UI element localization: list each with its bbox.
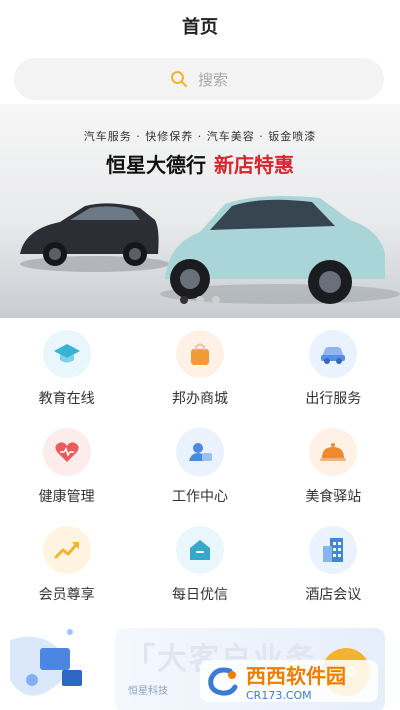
home-page: 首页 搜索 汽车服务 · 快修保养 · 汽车美容 · 钣金喷漆 恒星大德行 新店特…: [0, 0, 400, 710]
tile-health[interactable]: 健康管理: [0, 428, 133, 506]
banner-cars-image: [20, 196, 400, 304]
tile-membership[interactable]: 会员尊享: [0, 526, 133, 604]
promo-subtitle: 恒星科技: [128, 686, 168, 697]
tile-label: 邦办商城: [171, 391, 228, 407]
pagination-dot[interactable]: [196, 296, 204, 304]
promo-banner[interactable]: 汽车服务 · 快修保养 · 汽车美容 · 钣金喷漆 恒星大德行 新店特惠: [0, 104, 400, 318]
pagination-dot[interactable]: [212, 296, 220, 304]
tile-label: 酒店会议: [305, 587, 362, 603]
promo-illustration: [10, 629, 82, 696]
trend-up-icon: [42, 526, 91, 574]
tile-mall[interactable]: 邦办商城: [133, 330, 266, 408]
tile-label: 会员尊享: [38, 587, 95, 603]
banner-pagination: [0, 296, 400, 304]
tile-label: 教育在线: [38, 391, 95, 407]
home-icon: [175, 526, 224, 574]
page-title: 首页: [182, 17, 218, 38]
tile-work-center[interactable]: 工作中心: [133, 428, 266, 506]
food-cloche-icon: [309, 428, 358, 476]
search-bar[interactable]: 搜索: [14, 58, 384, 100]
top-bar: 首页: [0, 0, 400, 52]
tile-label: 健康管理: [38, 489, 95, 505]
watermark-logo-icon: [208, 667, 238, 696]
building-icon: [309, 526, 358, 574]
graduation-cap-icon: [42, 330, 91, 378]
tile-label: 每日优信: [171, 587, 228, 603]
tile-label: 出行服务: [305, 391, 362, 407]
watermark-brand: 西西软件园: [246, 664, 346, 688]
search-icon: [170, 70, 188, 88]
tile-daily-news[interactable]: 每日优信: [133, 526, 266, 604]
car-icon: [309, 330, 358, 378]
heart-icon: [42, 428, 91, 476]
tile-travel[interactable]: 出行服务: [267, 330, 400, 408]
tile-label: 美食驿站: [305, 489, 362, 505]
tile-food[interactable]: 美食驿站: [267, 428, 400, 506]
watermark-url: CR173.COM: [246, 689, 312, 702]
tile-label: 工作中心: [171, 489, 228, 505]
search-placeholder: 搜索: [197, 70, 228, 89]
service-grid: 教育在线 邦办商城 出行服务 健康管理 工作中心 美食驿站 会员尊享 每日优信 …: [0, 330, 400, 604]
pagination-dot[interactable]: [180, 296, 188, 304]
shopping-bag-icon: [175, 330, 224, 378]
user-chat-icon: [175, 428, 224, 476]
tile-education[interactable]: 教育在线: [0, 330, 133, 408]
tile-hotel-meeting[interactable]: 酒店会议: [267, 526, 400, 604]
site-watermark: 西西软件园 CR173.COM: [200, 660, 378, 702]
